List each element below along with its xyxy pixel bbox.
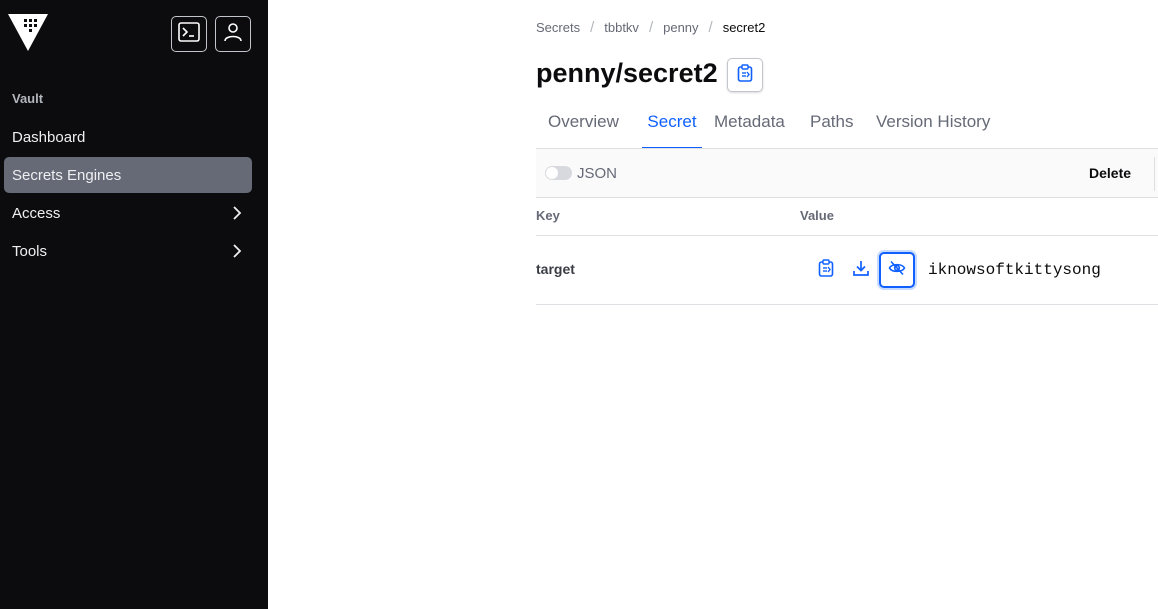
download-icon <box>852 259 870 282</box>
sidebar-item-label: Access <box>12 204 61 222</box>
breadcrumb-current: secret2 <box>722 20 766 35</box>
clipboard-icon <box>737 63 753 87</box>
sidebar-item-tools[interactable]: Tools <box>4 233 252 269</box>
table-header: Key Value <box>536 198 1158 236</box>
table-row: target iknowsoftkittysong <box>536 236 1158 305</box>
copy-value-button[interactable] <box>808 252 844 288</box>
breadcrumb-engine[interactable]: tbbtkv <box>604 20 639 35</box>
vault-logo-icon[interactable] <box>8 14 48 52</box>
toolbar-divider <box>1154 157 1155 191</box>
page-title: penny/secret2 <box>536 58 718 88</box>
chevron-right-icon <box>232 206 242 224</box>
sidebar-item-dashboard[interactable]: Dashboard <box>4 119 252 155</box>
eye-off-icon <box>888 260 906 281</box>
json-toggle-label: JSON <box>577 165 618 182</box>
sidebar-item-label: Tools <box>12 242 48 260</box>
breadcrumb-secrets[interactable]: Secrets <box>536 20 580 35</box>
copy-path-button[interactable] <box>727 58 763 92</box>
delete-button[interactable]: Delete <box>1089 165 1131 181</box>
terminal-icon <box>178 21 200 47</box>
sidebar-item-access[interactable]: Access <box>4 195 252 231</box>
tab-bar: Overview Secret Metadata Paths Version H… <box>536 100 1158 149</box>
column-header-value: Value <box>800 208 834 223</box>
secret-key: target <box>536 261 575 277</box>
secret-value: iknowsoftkittysong <box>928 261 1101 279</box>
breadcrumb-separator: / <box>708 19 713 36</box>
secret-toolbar: JSON Delete <box>536 148 1158 198</box>
sidebar: Vault Dashboard Secrets Engines Access T… <box>0 0 268 609</box>
chevron-right-icon <box>232 244 242 262</box>
column-header-key: Key <box>536 208 560 223</box>
clipboard-icon <box>818 258 834 282</box>
breadcrumb: Secrets / tbbtkv / penny / secret2 <box>536 19 765 36</box>
sidebar-item-label: Secrets Engines <box>12 166 122 184</box>
tab-secret[interactable]: Secret <box>642 112 702 149</box>
breadcrumb-separator: / <box>590 19 595 36</box>
sidebar-item-secrets-engines[interactable]: Secrets Engines <box>4 157 252 193</box>
user-icon <box>223 22 243 47</box>
user-menu-button[interactable] <box>215 16 251 52</box>
breadcrumb-path[interactable]: penny <box>663 20 698 35</box>
json-toggle[interactable] <box>545 166 572 180</box>
breadcrumb-separator: / <box>648 19 654 36</box>
nav-section-title: Vault <box>12 91 44 106</box>
tab-paths[interactable]: Paths <box>810 112 853 149</box>
tab-overview[interactable]: Overview <box>548 112 619 149</box>
toggle-visibility-button[interactable] <box>879 252 915 288</box>
tab-metadata[interactable]: Metadata <box>714 112 785 149</box>
sidebar-item-label: Dashboard <box>12 128 86 146</box>
download-value-button[interactable] <box>843 252 879 288</box>
tab-version-history[interactable]: Version History <box>876 112 990 149</box>
console-button[interactable] <box>171 16 207 52</box>
